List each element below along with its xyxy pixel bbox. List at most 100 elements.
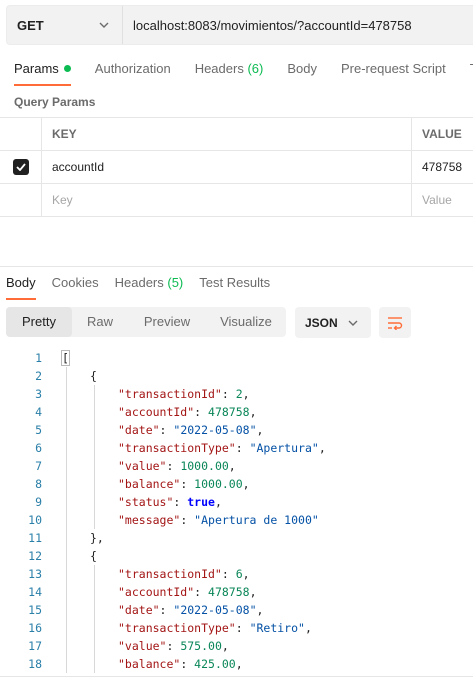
line-number: 11	[28, 531, 42, 545]
tab-body[interactable]: Body	[287, 56, 317, 86]
tab-params[interactable]: Params	[14, 56, 71, 86]
code-token: 478758	[208, 585, 250, 599]
response-tab-cookies[interactable]: Cookies	[52, 270, 99, 300]
code-line: 7 "value": 1000.00,	[0, 457, 473, 475]
response-body-viewer[interactable]: 1[2{3 "transactionId": 2, 4 "accountId": 47…	[0, 349, 473, 673]
new-key-field[interactable]: Key	[42, 184, 412, 216]
tab-authorization[interactable]: Authorization	[95, 56, 171, 86]
tab-headers[interactable]: Headers (6)	[195, 56, 264, 86]
view-preview-button[interactable]: Preview	[128, 307, 206, 337]
response-tab-headers-label: Headers	[114, 275, 164, 290]
query-params-table: KEY VALUE accountId 478758 Key Value	[0, 117, 473, 217]
code-token: "status"	[118, 495, 174, 509]
code-token: "accountId"	[118, 585, 195, 599]
code-token: :	[173, 495, 188, 509]
code-token: ,	[256, 603, 264, 617]
line-number: 9	[35, 495, 42, 509]
indent-guide	[66, 637, 67, 655]
code-text: },	[42, 529, 104, 547]
code-token: ,	[249, 405, 257, 419]
code-text: "value": 575.00,	[42, 637, 229, 655]
indent-guide	[66, 493, 67, 511]
empty-check-cell	[0, 184, 42, 216]
param-value-field[interactable]: 478758	[412, 151, 473, 183]
code-token: :	[235, 621, 250, 635]
method-select[interactable]: GET	[7, 6, 123, 44]
line-number: 17	[28, 639, 42, 653]
line-number: 5	[35, 423, 42, 437]
line-number: 12	[28, 549, 42, 563]
code-token: :	[166, 459, 181, 473]
code-line: 4 "accountId": 478758,	[0, 403, 473, 421]
wrap-lines-button[interactable]	[379, 307, 411, 338]
code-token: "Retiro"	[249, 621, 305, 635]
code-token: ,	[221, 639, 229, 653]
code-token: "transactionId"	[118, 387, 222, 401]
response-divider	[0, 266, 473, 267]
indent-guide	[94, 475, 95, 493]
param-checkbox-cell[interactable]	[0, 151, 42, 183]
code-token: :	[235, 441, 250, 455]
response-tab-headers[interactable]: Headers (5)	[115, 270, 184, 300]
view-raw-button[interactable]: Raw	[72, 307, 128, 337]
code-token: ,	[228, 459, 236, 473]
table-row: accountId 478758	[0, 151, 473, 184]
code-token: :	[159, 423, 174, 437]
indent-guide	[94, 385, 95, 403]
indent-guide	[66, 511, 67, 529]
code-line: 8 "balance": 1000.00,	[0, 475, 473, 493]
indent-guide	[66, 475, 67, 493]
code-token: {	[90, 549, 97, 563]
code-token: ,	[256, 423, 264, 437]
code-token: :	[221, 387, 236, 401]
indent-guide	[66, 385, 67, 403]
param-key-field[interactable]: accountId	[42, 151, 412, 183]
code-line: 16 "transactionType": "Retiro",	[0, 619, 473, 637]
code-token: },	[90, 531, 104, 545]
url-input[interactable]: localhost:8083/movimientos/?accountId=47…	[123, 18, 412, 33]
code-token: ,	[242, 387, 250, 401]
line-number: 18	[28, 657, 42, 671]
indent-guide	[94, 565, 95, 583]
indent-guide	[94, 601, 95, 619]
method-label: GET	[17, 17, 44, 33]
indent-guide	[94, 403, 95, 421]
code-token: :	[180, 513, 195, 527]
code-token: ,	[304, 621, 312, 635]
indent-guide	[94, 637, 95, 655]
code-line: 2{	[0, 367, 473, 385]
indent-guide	[94, 493, 95, 511]
response-tab-body[interactable]: Body	[6, 270, 36, 300]
format-select[interactable]: JSON	[295, 307, 371, 338]
query-params-title: Query Params	[14, 95, 96, 109]
code-text: "balance": 1000.00,	[42, 475, 250, 493]
code-token: true	[187, 495, 215, 509]
code-line: 13 "transactionId": 6,	[0, 565, 473, 583]
request-url-bar: GET localhost:8083/movimientos/?accountI…	[6, 5, 473, 45]
line-number: 3	[35, 387, 42, 401]
view-pretty-button[interactable]: Pretty	[6, 307, 72, 337]
code-line: 14 "accountId": 478758,	[0, 583, 473, 601]
code-token: "transactionType"	[118, 441, 236, 455]
bottom-divider	[0, 676, 473, 677]
indent-guide	[94, 619, 95, 637]
indent-guide	[94, 511, 95, 529]
indent-guide	[66, 565, 67, 583]
tab-prerequest-script[interactable]: Pre-request Script	[341, 56, 446, 86]
indent-guide	[94, 439, 95, 457]
code-token: "Apertura de 1000"	[194, 513, 319, 527]
indent-guide	[66, 367, 67, 385]
code-text: "value": 1000.00,	[42, 457, 236, 475]
view-visualize-button[interactable]: Visualize	[206, 307, 286, 337]
line-number: 14	[28, 585, 42, 599]
code-line: 10 "message": "Apertura de 1000"	[0, 511, 473, 529]
param-checkbox[interactable]	[12, 159, 29, 175]
code-token: "transactionId"	[118, 567, 222, 581]
tab-headers-count: (6)	[247, 61, 264, 76]
new-value-field[interactable]: Value	[412, 184, 473, 216]
code-line: 17 "value": 575.00,	[0, 637, 473, 655]
indent-guide	[66, 547, 67, 565]
response-tab-test-results[interactable]: Test Results	[199, 270, 270, 300]
code-token: "balance"	[118, 657, 181, 671]
indent-guide	[66, 421, 67, 439]
